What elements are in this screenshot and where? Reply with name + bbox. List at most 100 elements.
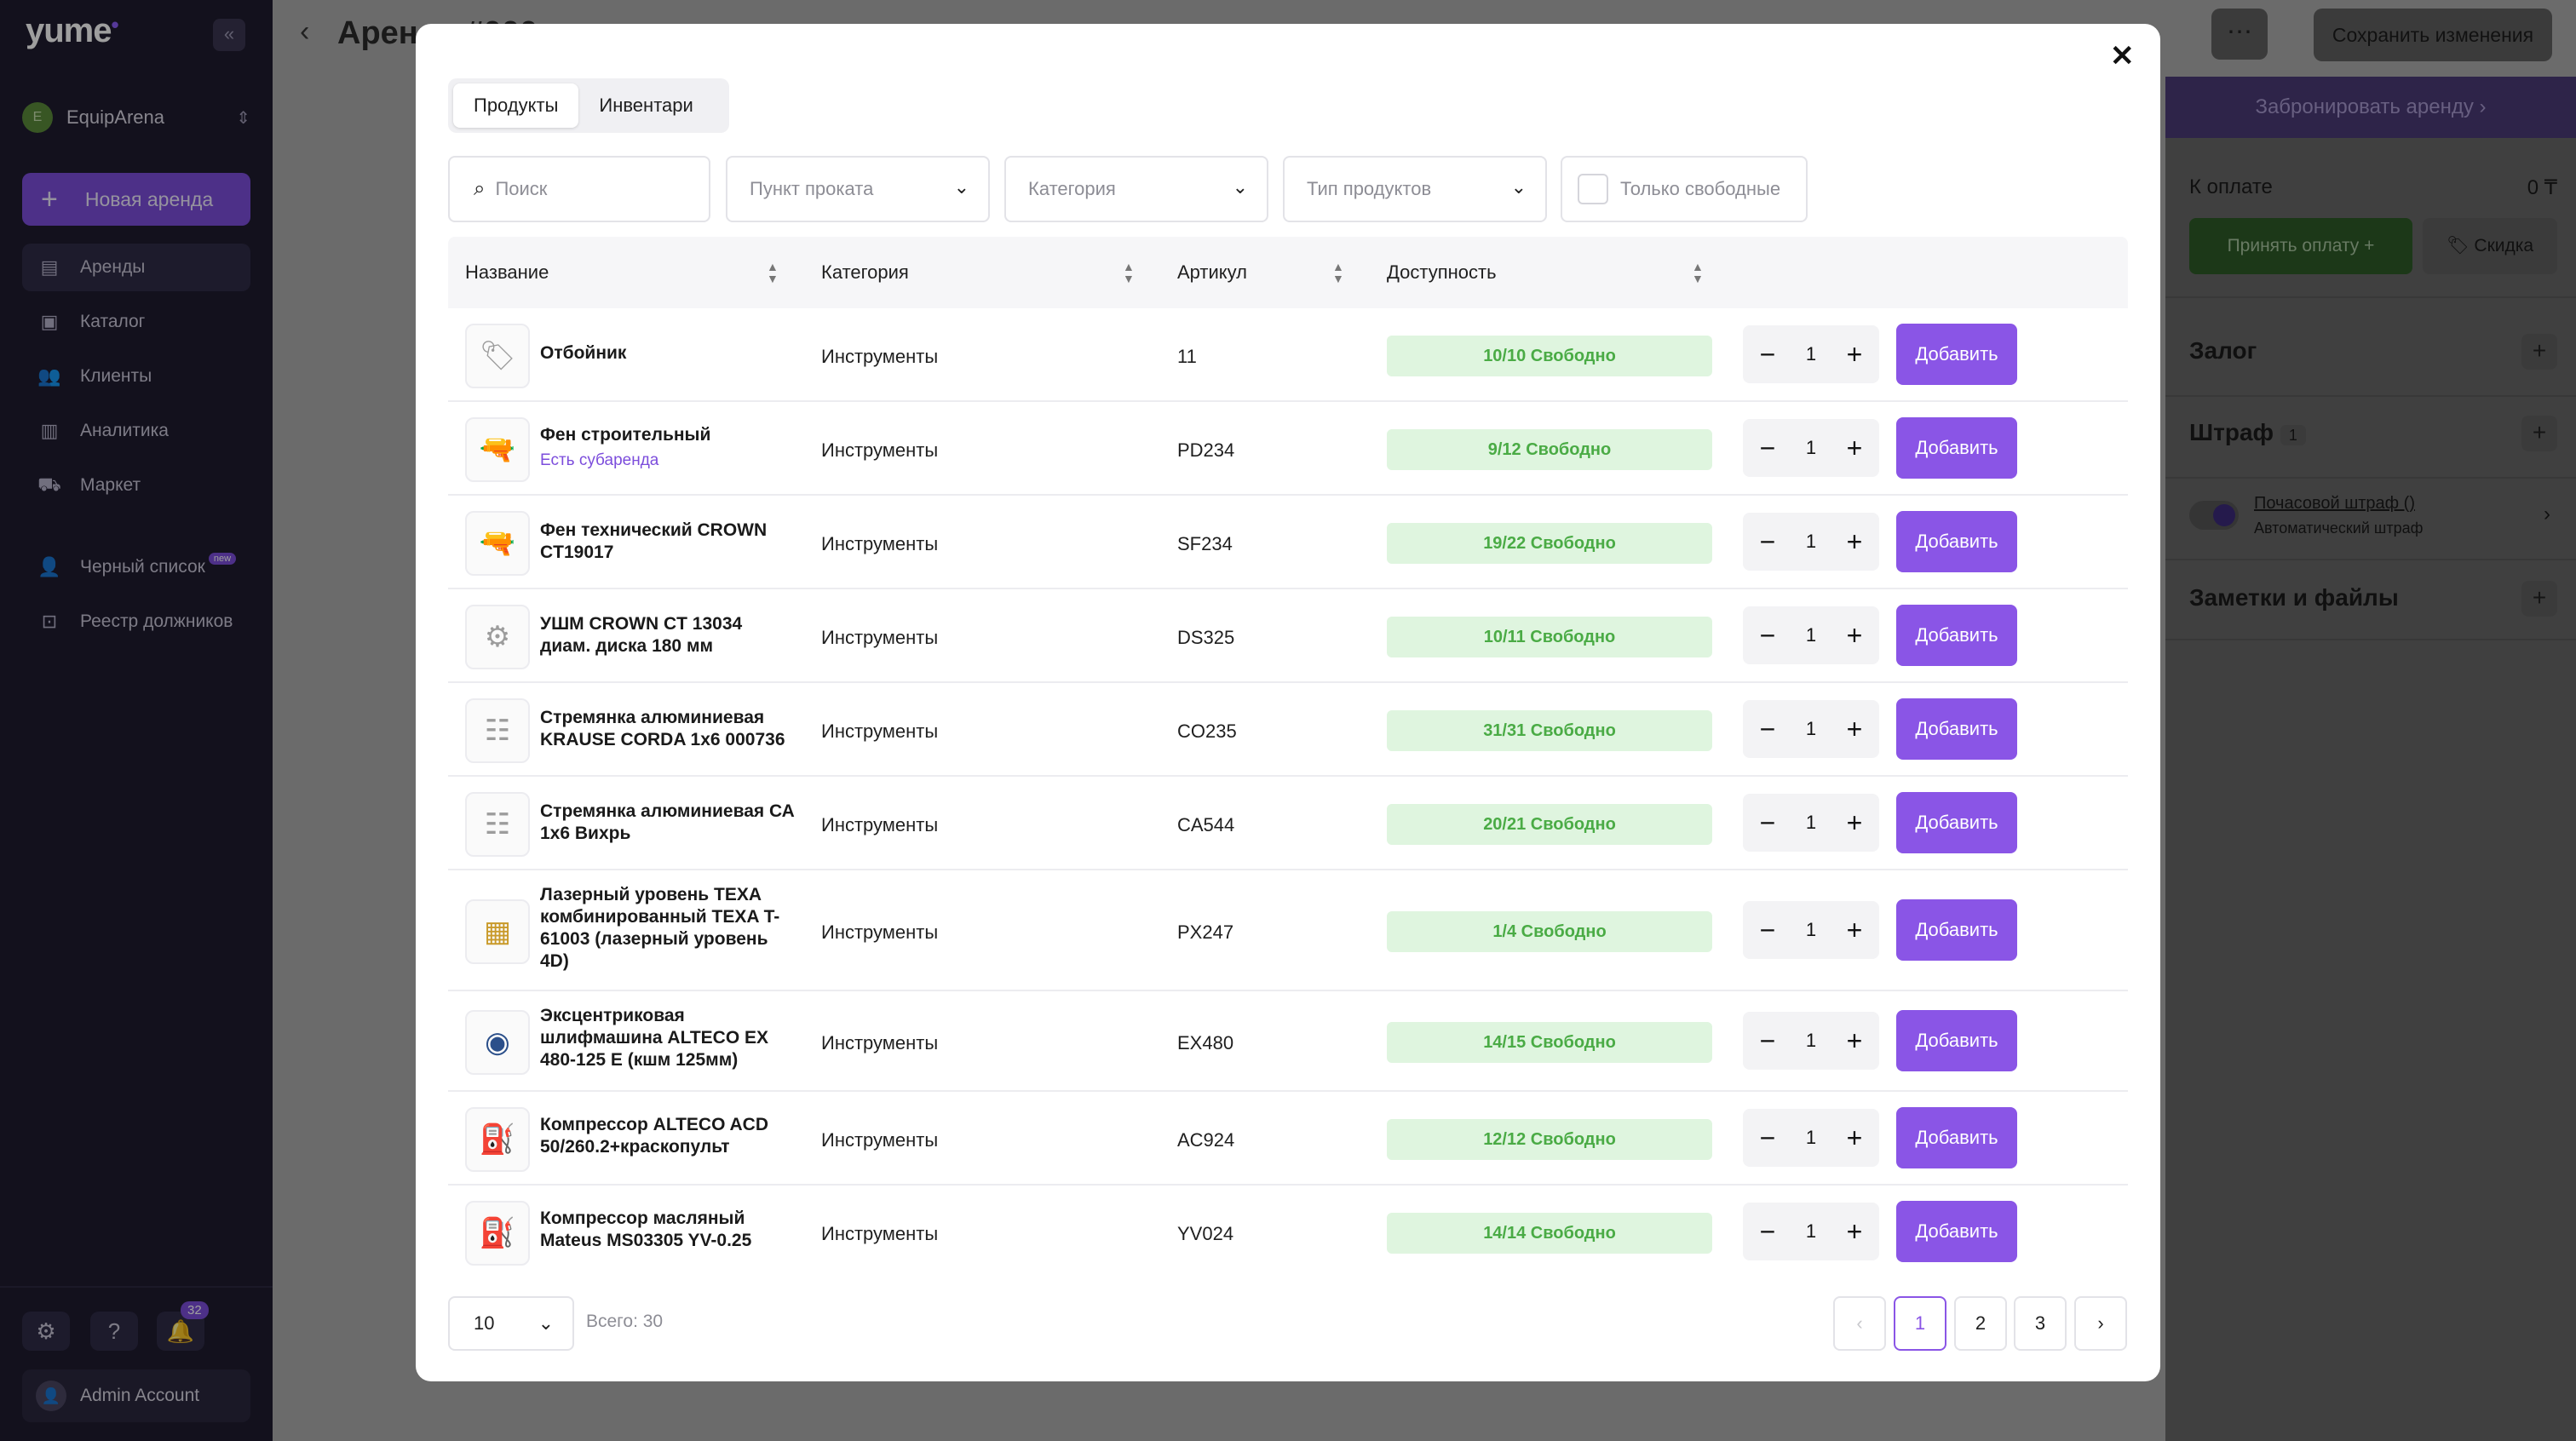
availability-badge: 12/12 Свободно: [1387, 1119, 1712, 1160]
table-row: ⚙ УШМ CROWN CT 13034 диам. диска 180 мм …: [448, 589, 2128, 683]
add-note-icon[interactable]: +: [2521, 581, 2557, 617]
quantity-stepper: −1 +: [1743, 419, 1879, 477]
add-fine-icon[interactable]: +: [2521, 416, 2557, 451]
quantity-stepper: −1 +: [1743, 1012, 1879, 1070]
next-page-icon[interactable]: ›: [2074, 1296, 2127, 1351]
sidebar-item-rentals[interactable]: ▤ Аренды: [22, 244, 250, 291]
settings-icon[interactable]: ⚙: [22, 1312, 70, 1351]
sidebar-item-analytics[interactable]: ▥ Аналитика: [22, 407, 250, 455]
user-avatar-icon: 👤: [36, 1381, 66, 1411]
rental-point-select[interactable]: Пункт проката ⌄: [726, 156, 990, 222]
sidebar-item-blacklist[interactable]: 👤 Черный список new: [22, 543, 250, 591]
back-chevron-icon[interactable]: ‹: [300, 15, 309, 49]
chevron-right-icon[interactable]: ›: [2544, 502, 2550, 526]
column-name[interactable]: Название: [465, 237, 549, 308]
account-menu[interactable]: 👤 Admin Account: [22, 1369, 250, 1422]
save-changes-button[interactable]: Сохранить изменения: [2314, 9, 2552, 61]
new-rent-button[interactable]: + Новая аренда: [22, 173, 250, 226]
page-2[interactable]: 2: [1954, 1296, 2007, 1351]
add-button[interactable]: Добавить: [1896, 324, 2017, 385]
more-actions-icon[interactable]: ⋯: [2211, 9, 2268, 60]
quantity-stepper: −1 +: [1743, 606, 1879, 664]
sidebar-item-market[interactable]: ⛟ Маркет: [22, 462, 250, 509]
plus-icon[interactable]: +: [1842, 433, 1867, 464]
close-icon[interactable]: ✕: [2110, 39, 2135, 73]
minus-icon[interactable]: −: [1755, 915, 1780, 946]
minus-icon[interactable]: −: [1755, 526, 1780, 558]
hourly-fine-link[interactable]: Почасовой штраф (): [2254, 494, 2415, 514]
minus-icon[interactable]: −: [1755, 714, 1780, 745]
catalog-icon: ▣: [40, 311, 59, 332]
sidebar-item-clients[interactable]: 👥 Клиенты: [22, 353, 250, 400]
plus-icon[interactable]: +: [1842, 1122, 1867, 1154]
tab-inventory[interactable]: Инвентари: [578, 83, 713, 128]
plus-icon[interactable]: +: [1842, 915, 1867, 946]
only-free-filter[interactable]: Только свободные: [1561, 156, 1808, 222]
minus-icon[interactable]: −: [1755, 1122, 1780, 1154]
prev-page-icon[interactable]: ‹: [1833, 1296, 1886, 1351]
add-button[interactable]: Добавить: [1896, 1010, 2017, 1071]
product-sku: PX247: [1177, 921, 1234, 943]
add-button[interactable]: Добавить: [1896, 899, 2017, 961]
add-button[interactable]: Добавить: [1896, 698, 2017, 760]
collapse-sidebar-icon[interactable]: «: [213, 19, 245, 51]
add-button[interactable]: Добавить: [1896, 605, 2017, 666]
table-row: 🏷 Отбойник Инструменты 11 10/10 Свободно…: [448, 308, 2128, 402]
plus-icon[interactable]: +: [1842, 1216, 1867, 1248]
add-button[interactable]: Добавить: [1896, 511, 2017, 572]
add-button[interactable]: Добавить: [1896, 1107, 2017, 1168]
table-row: ☷ Стремянка алюминиевая СА 1x6 Вихрь Инс…: [448, 777, 2128, 870]
book-rent-button[interactable]: Забронировать аренду ›: [2165, 77, 2576, 138]
logo[interactable]: yume•: [26, 12, 119, 50]
add-button[interactable]: Добавить: [1896, 792, 2017, 853]
tab-products[interactable]: Продукты: [453, 83, 579, 128]
deposit-title: Залог: [2189, 337, 2257, 364]
plus-icon[interactable]: +: [1842, 620, 1867, 652]
search-field[interactable]: ⌕ Поиск: [448, 156, 710, 222]
market-icon: ⛟: [37, 473, 61, 495]
column-category[interactable]: Категория: [821, 237, 909, 308]
page-1[interactable]: 1: [1894, 1296, 1946, 1351]
minus-icon[interactable]: −: [1755, 339, 1780, 370]
minus-icon[interactable]: −: [1755, 1216, 1780, 1248]
compressor-icon: ⛽: [465, 1107, 530, 1172]
minus-icon[interactable]: −: [1755, 433, 1780, 464]
accept-payment-button[interactable]: Принять оплату +: [2189, 218, 2412, 274]
category-select[interactable]: Категория ⌄: [1004, 156, 1268, 222]
page-3[interactable]: 3: [2014, 1296, 2067, 1351]
plus-icon[interactable]: +: [1842, 714, 1867, 745]
minus-icon[interactable]: −: [1755, 807, 1780, 839]
sort-icon[interactable]: ▲ ▼: [767, 261, 779, 284]
sidebar-item-debtors[interactable]: ⊡ Реестр должников: [22, 598, 250, 646]
plus-icon[interactable]: +: [1842, 807, 1867, 839]
discount-button[interactable]: 🏷 Скидка: [2423, 218, 2557, 274]
subrent-link[interactable]: Есть субаренда: [540, 450, 796, 472]
sort-icon[interactable]: ▲ ▼: [1123, 261, 1135, 284]
plus-icon[interactable]: +: [1842, 1025, 1867, 1057]
plus-icon[interactable]: +: [1842, 339, 1867, 370]
plus-icon[interactable]: +: [1842, 526, 1867, 558]
minus-icon[interactable]: −: [1755, 620, 1780, 652]
search-input[interactable]: Поиск: [495, 178, 547, 200]
hourly-fine-toggle[interactable]: [2189, 501, 2239, 530]
workspace-switcher[interactable]: E EquipArena ⇕: [22, 100, 250, 135]
add-button[interactable]: Добавить: [1896, 1201, 2017, 1262]
product-type-select[interactable]: Тип продуктов ⌄: [1283, 156, 1547, 222]
sort-icon[interactable]: ▲ ▼: [1332, 261, 1344, 284]
minus-icon[interactable]: −: [1755, 1025, 1780, 1057]
quantity-stepper: −1 +: [1743, 901, 1879, 959]
add-button[interactable]: Добавить: [1896, 417, 2017, 479]
sort-icon[interactable]: ▲ ▼: [1692, 261, 1704, 284]
per-page-select[interactable]: 10 ⌄: [448, 1296, 574, 1351]
chevron-down-icon: ⌄: [1510, 176, 1527, 198]
search-icon: ⌕: [474, 177, 486, 200]
quantity-stepper: −1 +: [1743, 1203, 1879, 1260]
heat-gun-icon: 🔫: [465, 417, 530, 482]
column-availability[interactable]: Доступность: [1387, 237, 1497, 308]
column-sku[interactable]: Артикул: [1177, 237, 1247, 308]
sander-icon: ◉: [465, 1010, 530, 1075]
help-icon[interactable]: ?: [90, 1312, 138, 1351]
add-deposit-icon[interactable]: +: [2521, 334, 2557, 370]
sidebar-item-catalog[interactable]: ▣ Каталог: [22, 298, 250, 346]
only-free-checkbox[interactable]: [1578, 174, 1608, 204]
